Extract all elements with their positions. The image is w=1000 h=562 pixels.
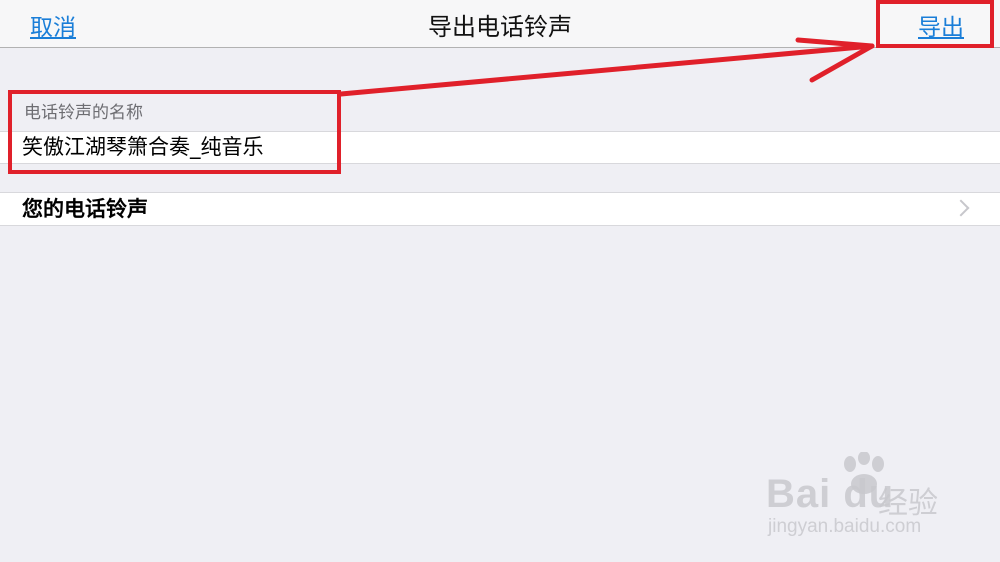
export-button[interactable]: 导出 bbox=[918, 8, 964, 42]
page-title: 导出电话铃声 bbox=[428, 13, 572, 41]
your-ringtones-label: 您的电话铃声 bbox=[22, 197, 148, 221]
watermark-url: jingyan.baidu.com bbox=[768, 516, 922, 537]
ringtone-name-field[interactable] bbox=[22, 132, 922, 163]
baidu-watermark: Bai du 经验 jingyan.baidu.com bbox=[760, 452, 990, 552]
watermark-brand: Bai du bbox=[766, 472, 895, 516]
your-ringtones-row[interactable]: 您的电话铃声 bbox=[0, 192, 1000, 226]
chevron-right-icon bbox=[952, 199, 970, 217]
watermark-cn: 经验 bbox=[878, 486, 938, 521]
ringtone-name-header: 电话铃声的名称 bbox=[24, 103, 143, 123]
navigation-bar: 取消 导出电话铃声 导出 bbox=[0, 0, 1000, 48]
screen: 取消 导出电话铃声 导出 电话铃声的名称 您的电话铃声 Bai du 经验 ji… bbox=[0, 0, 1000, 562]
paw-icon bbox=[844, 452, 884, 494]
ringtone-name-cell bbox=[0, 131, 1000, 164]
annotation-arrow bbox=[338, 37, 875, 97]
